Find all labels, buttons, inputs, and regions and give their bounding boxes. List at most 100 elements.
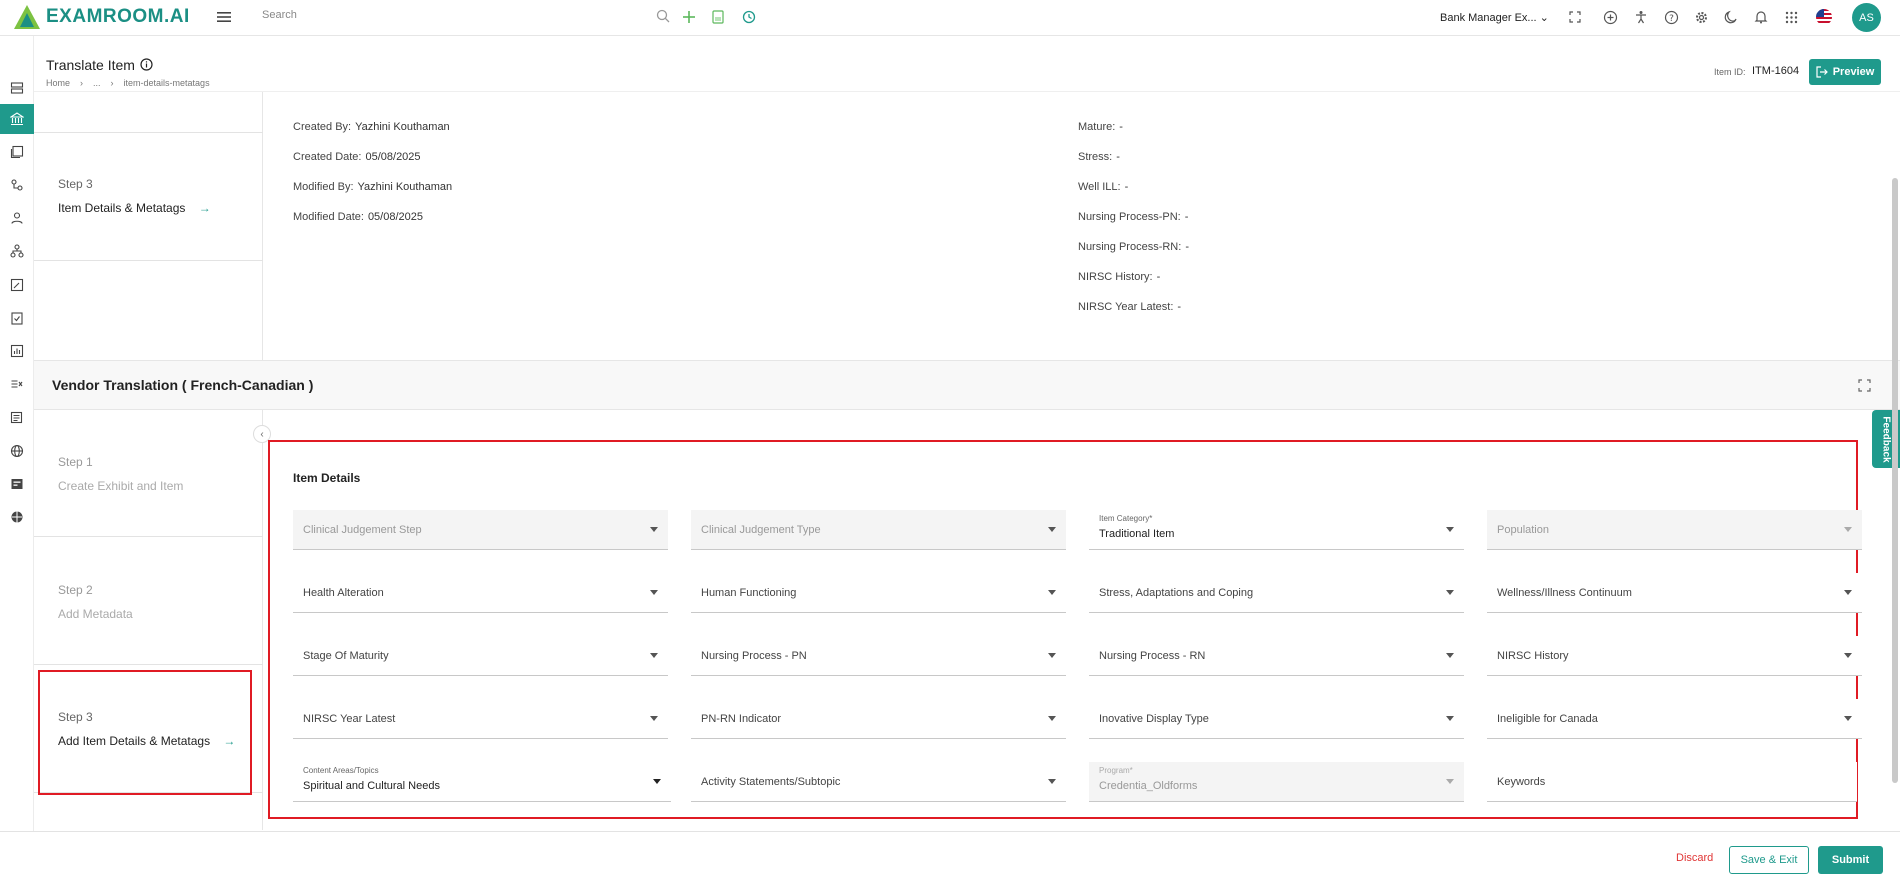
search-icon[interactable]: [656, 9, 670, 28]
clinical-judgement-step-select[interactable]: Clinical Judgement Step: [293, 510, 668, 550]
stage-of-maturity-select[interactable]: Stage Of Maturity: [293, 636, 668, 676]
field-label: NIRSC Year Latest: [303, 713, 396, 725]
item-category-select[interactable]: Item Category* Traditional Item: [1089, 510, 1464, 550]
sidebar-user-icon[interactable]: [7, 208, 27, 228]
apps-grid-icon[interactable]: [1782, 8, 1800, 26]
us-flag-icon[interactable]: [1816, 9, 1832, 25]
sidebar-billing-icon[interactable]: [7, 474, 27, 494]
accessibility-icon[interactable]: [1632, 8, 1650, 26]
nursing-process-pn-select[interactable]: Nursing Process - PN: [691, 636, 1066, 676]
meta-value: -: [1184, 211, 1189, 223]
bell-icon[interactable]: [1752, 8, 1770, 26]
add-circle-icon[interactable]: [1601, 8, 1619, 26]
meta-label: Nursing Process-RN:: [1078, 241, 1182, 253]
meta-label: Well ILL:: [1078, 181, 1121, 193]
step1-text[interactable]: Create Exhibit and Item: [58, 479, 183, 493]
meta-well-ill: Well ILL: -: [1078, 181, 1128, 193]
meta-mature: Mature: -: [1078, 121, 1123, 133]
stress-adaptations-select[interactable]: Stress, Adaptations and Coping: [1089, 573, 1464, 613]
info-icon[interactable]: [140, 58, 153, 76]
sidebar-globe-icon[interactable]: [7, 441, 27, 461]
form-title: Item Details: [293, 471, 361, 485]
wellness-illness-select[interactable]: Wellness/Illness Continuum: [1487, 573, 1862, 613]
app-logo[interactable]: EXAMROOM.AI: [12, 3, 190, 31]
sidebar-checklist-icon[interactable]: [7, 308, 27, 328]
field-label: NIRSC History: [1497, 650, 1569, 662]
hamburger-menu-icon[interactable]: [216, 9, 232, 25]
top-step-panel: Step 3 Item Details & Metatags →: [34, 92, 263, 360]
examroom-logo-icon: [14, 5, 40, 29]
step3-text[interactable]: Item Details & Metatags →: [58, 201, 211, 215]
help-icon[interactable]: ?: [1662, 8, 1680, 26]
nirsc-year-latest-select[interactable]: NIRSC Year Latest: [293, 699, 668, 739]
add-icon[interactable]: [680, 8, 698, 26]
nursing-process-rn-select[interactable]: Nursing Process - RN: [1089, 636, 1464, 676]
pn-rn-indicator-select[interactable]: PN-RN Indicator: [691, 699, 1066, 739]
field-label: Wellness/Illness Continuum: [1497, 587, 1632, 599]
meta-label: Modified By:: [293, 181, 354, 193]
nirsc-history-select[interactable]: NIRSC History: [1487, 636, 1862, 676]
chevron-down-icon: [1446, 653, 1454, 658]
sidebar-storage-icon[interactable]: [7, 78, 27, 98]
inovative-display-type-select[interactable]: Inovative Display Type: [1089, 699, 1464, 739]
sidebar-list-icon[interactable]: [7, 374, 27, 394]
save-exit-button[interactable]: Save & Exit: [1729, 846, 1809, 874]
svg-text:?: ?: [1669, 14, 1674, 24]
field-label: Inovative Display Type: [1099, 713, 1209, 725]
footer-bar: Discard Save & Exit Submit: [0, 831, 1900, 885]
gear-icon[interactable]: [1692, 8, 1710, 26]
meta-label: Created By:: [293, 121, 352, 133]
sidebar-edit-icon[interactable]: [7, 275, 27, 295]
meta-stress: Stress: -: [1078, 151, 1120, 163]
item-id-value: ITM-1604: [1752, 65, 1800, 77]
search-input[interactable]: Search: [262, 9, 297, 21]
chevron-down-icon: [1048, 779, 1056, 784]
discard-button[interactable]: Discard: [1676, 852, 1713, 864]
keywords-input[interactable]: Keywords: [1487, 762, 1857, 802]
population-select[interactable]: Population: [1487, 510, 1862, 550]
role-selector[interactable]: Bank Manager Ex... ⌄: [1440, 11, 1549, 24]
activity-statements-select[interactable]: Activity Statements/Subtopic: [691, 762, 1066, 802]
left-sidebar: [0, 36, 34, 885]
vendor-translation-header: Vendor Translation ( French-Canadian ): [34, 360, 1900, 410]
sidebar-language-icon[interactable]: [7, 507, 27, 527]
sidebar-report-icon[interactable]: [7, 408, 27, 428]
sidebar-library-icon[interactable]: [7, 142, 27, 162]
content-areas-select[interactable]: Content Areas/Topics Spiritual and Cultur…: [293, 762, 671, 802]
chevron-down-icon: [1844, 527, 1852, 532]
expand-icon[interactable]: [1858, 379, 1871, 397]
avatar[interactable]: AS: [1852, 3, 1881, 32]
chevron-down-icon: [1844, 590, 1852, 595]
step2-text[interactable]: Add Metadata: [58, 607, 133, 621]
clinical-judgement-type-select[interactable]: Clinical Judgement Type: [691, 510, 1066, 550]
meta-value: Yazhini Kouthaman: [355, 121, 450, 133]
step-divider: [34, 260, 263, 261]
chevron-down-icon: [650, 653, 658, 658]
chevron-down-icon: [653, 779, 661, 784]
sidebar-workflow-icon[interactable]: [7, 175, 27, 195]
scrollbar[interactable]: [1892, 178, 1898, 783]
health-alteration-select[interactable]: Health Alteration: [293, 573, 668, 613]
sidebar-bank-icon[interactable]: [0, 104, 34, 134]
meta-value: -: [1156, 271, 1161, 283]
preview-button[interactable]: Preview: [1809, 59, 1881, 85]
sidebar-chart-icon[interactable]: [7, 341, 27, 361]
submit-button[interactable]: Submit: [1818, 846, 1883, 874]
breadcrumb-ellipsis[interactable]: ...: [93, 78, 101, 88]
chevron-down-icon: [1446, 527, 1454, 532]
breadcrumb-separator-icon: ›: [110, 78, 114, 88]
meta-label: Mature:: [1078, 121, 1116, 133]
dark-mode-icon[interactable]: [1722, 8, 1740, 26]
save-document-icon[interactable]: [709, 8, 727, 26]
human-functioning-select[interactable]: Human Functioning: [691, 573, 1066, 613]
chevron-down-icon: [1844, 653, 1852, 658]
step3-title: Item Details & Metatags: [58, 201, 186, 215]
ineligible-for-canada-select[interactable]: Ineligible for Canada: [1487, 699, 1862, 739]
fullscreen-icon[interactable]: [1566, 8, 1584, 26]
role-label: Bank Manager Ex...: [1440, 12, 1537, 24]
history-icon[interactable]: [740, 8, 758, 26]
field-value: Credentia_Oldforms: [1099, 780, 1198, 792]
preview-icon: [1816, 66, 1828, 78]
breadcrumb-home[interactable]: Home: [46, 78, 70, 88]
sidebar-hierarchy-icon[interactable]: [7, 241, 27, 261]
